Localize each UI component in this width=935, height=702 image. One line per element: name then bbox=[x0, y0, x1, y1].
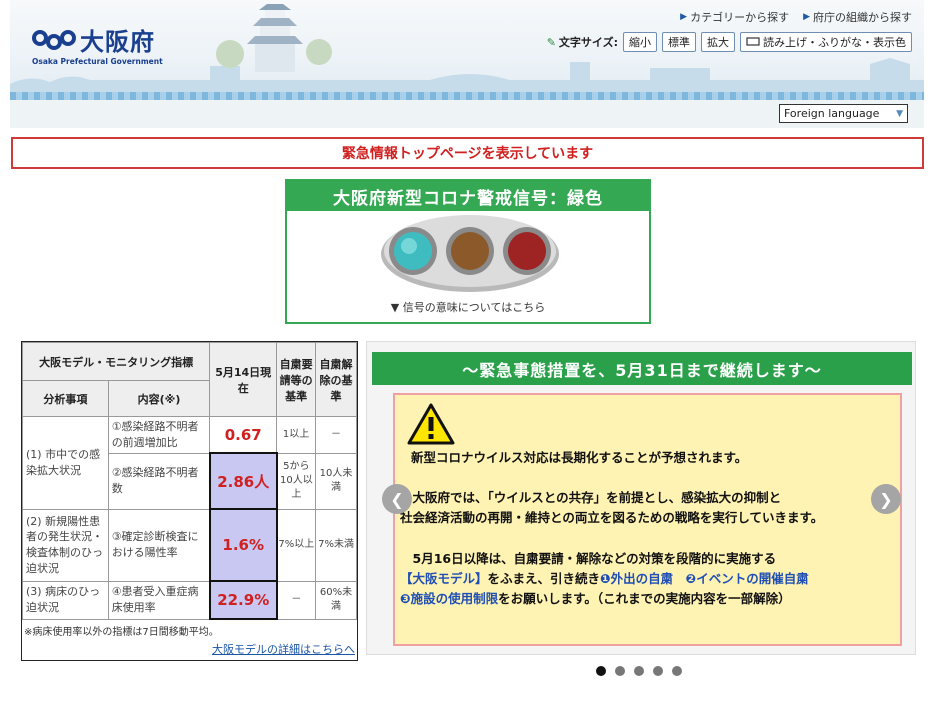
slide-text-3b: 【大阪モデル】をふまえ、引き続き❶外出の自粛 ❷イベントの開催自粛 bbox=[400, 569, 809, 589]
carousel-slide-title: ～緊急事態措置を、5月31日まで継続します～ bbox=[372, 352, 912, 385]
slide-text-3a: 5月16日以降は、自粛要請・解除などの対策を段階的に実施する bbox=[400, 551, 777, 566]
arrow-right-icon: ▶ bbox=[803, 12, 810, 22]
text-size-controls: ✎ 文字サイズ: 縮小 標準 拡大 読み上げ・ふりがな・表示色 bbox=[547, 32, 912, 52]
text-size-label: 文字サイズ: bbox=[558, 36, 618, 49]
table-row: (3) 病床のひっ迫状況 ④患者受入重症病床使用率 22.9% － 60%未満 bbox=[22, 580, 357, 621]
row-release: － bbox=[315, 416, 357, 454]
monitoring-indicators-panel: 大阪モデル・モニタリング指標 5月14日現在 自粛要請等の基準 自粛解除の基準 … bbox=[21, 341, 358, 661]
category-search-label: カテゴリーから探す bbox=[690, 11, 790, 24]
measure-1: ❶外出の自粛 bbox=[600, 571, 674, 586]
header-links: ▶ カテゴリーから探す ▶ 府庁の組織から探す bbox=[680, 9, 912, 25]
row-content: ③確定診断検査における陽性率 bbox=[107, 508, 211, 582]
warning-icon bbox=[407, 403, 455, 445]
slide-text-2: 大阪府では、「ウイルスとの共存」を前提とし、感染拡大の抑制と 社会経済活動の再開… bbox=[400, 488, 823, 528]
organization-search-label: 府庁の組織から探す bbox=[813, 11, 912, 24]
header-release-standard: 自粛解除の基準 bbox=[315, 342, 357, 417]
logo-text-en: Osaka Prefectural Government bbox=[32, 57, 163, 66]
monitoring-table: 大阪モデル・モニタリング指標 5月14日現在 自粛要請等の基準 自粛解除の基準 … bbox=[21, 342, 357, 621]
carousel-dot-4[interactable] bbox=[653, 666, 663, 676]
category-search-link[interactable]: ▶ カテゴリーから探す bbox=[680, 9, 789, 25]
slide-text-3c: ❸施設の使用制限をお願いします。（これまでの実施内容を一部解除） bbox=[400, 589, 809, 609]
carousel-prev-button[interactable]: ❮ bbox=[382, 484, 412, 514]
pencil-icon: ✎ bbox=[546, 35, 556, 49]
text-size-standard-button[interactable]: 標準 bbox=[662, 32, 696, 52]
osaka-model-label: 【大阪モデル】 bbox=[400, 571, 488, 586]
osaka-logo-icon bbox=[32, 30, 76, 50]
row-category: (3) 病床のひっ迫状況 bbox=[22, 580, 109, 620]
slide-text-1: 新型コロナウイルス対応は長期化することが予想されます。 bbox=[411, 450, 748, 465]
measure-3: ❸施設の使用制限 bbox=[400, 591, 499, 606]
row-value: 1.6% bbox=[208, 508, 278, 583]
slide-text-3b-rest: をふまえ、引き続き bbox=[487, 571, 601, 586]
row-value: 0.67 bbox=[209, 416, 278, 454]
dropdown-arrow-icon: ▼ bbox=[896, 108, 903, 119]
news-carousel: ～緊急事態措置を、5月31日まで継続します～ 新型コロナウイルス対応は長期化する… bbox=[366, 341, 916, 655]
row-release: 60%未満 bbox=[315, 580, 357, 620]
carousel-dot-3[interactable] bbox=[634, 666, 644, 676]
row-request: 1以上 bbox=[276, 416, 317, 454]
language-select[interactable]: Foreign language ▼ bbox=[779, 104, 908, 123]
row-request: － bbox=[276, 580, 317, 620]
slide-text-3: 5月16日以降は、自粛要請・解除などの対策を段階的に実施する 【大阪モデル】をふ… bbox=[400, 549, 809, 609]
row-category: (2) 新規陽性患者の発生状況・検査体制のひっ迫状況 bbox=[22, 508, 109, 582]
logo-text-jp: 大阪府 bbox=[80, 28, 155, 56]
language-select-value: Foreign language bbox=[784, 107, 880, 120]
site-logo[interactable]: 大阪府 Osaka Prefectural Government bbox=[32, 22, 172, 72]
text-size-large-button[interactable]: 拡大 bbox=[701, 32, 735, 52]
alert-signal-box: 大阪府新型コロナ警戒信号：緑色 ▼ 信号の意味についてはこちら bbox=[285, 179, 651, 324]
alert-signal-title: 大阪府新型コロナ警戒信号：緑色 bbox=[287, 181, 649, 211]
slide-text-3c-rest: をお願いします。（これまでの実施内容を一部解除） bbox=[498, 591, 791, 606]
arrow-right-icon: ▶ bbox=[680, 12, 688, 22]
header-date: 5月14日現在 bbox=[209, 342, 278, 417]
row-value: 22.9% bbox=[208, 580, 278, 621]
read-aloud-label: 読み上げ・ふりがな・表示色 bbox=[763, 36, 906, 49]
row-content: ②感染経路不明者数 bbox=[107, 452, 211, 510]
row-release: 10人未満 bbox=[315, 452, 357, 510]
carousel-dot-1[interactable] bbox=[596, 666, 606, 676]
text-size-small-button[interactable]: 縮小 bbox=[623, 32, 657, 52]
slide-text-2b: 社会経済活動の再開・維持との両立を図るための戦略を実行していきます。 bbox=[400, 510, 824, 525]
read-aloud-button[interactable]: 読み上げ・ふりがな・表示色 bbox=[740, 32, 912, 52]
row-request: 7%以上 bbox=[276, 508, 317, 582]
header-analysis-item: 分析事項 bbox=[22, 380, 109, 417]
measure-2: ❷イベントの開催自粛 bbox=[685, 571, 809, 586]
traffic-light-icon bbox=[381, 215, 559, 292]
header-request-standard: 自粛要請等の基準 bbox=[276, 342, 317, 417]
carousel-dot-5[interactable] bbox=[672, 666, 682, 676]
carousel-pagination bbox=[596, 666, 682, 676]
table-row: (2) 新規陽性患者の発生状況・検査体制のひっ迫状況 ③確定診断検査における陽性… bbox=[22, 508, 357, 583]
header-content: 内容(※) bbox=[107, 380, 211, 417]
row-release: 7%未満 bbox=[315, 508, 357, 582]
header-model-title: 大阪モデル・モニタリング指標 bbox=[21, 342, 211, 381]
organization-search-link[interactable]: ▶ 府庁の組織から探す bbox=[803, 9, 912, 25]
monitor-icon bbox=[746, 37, 760, 46]
table-footnote: ※病床使用率以外の指標は7日間移動平均。 bbox=[24, 627, 219, 638]
carousel-dot-2[interactable] bbox=[615, 666, 625, 676]
emergency-banner[interactable]: 緊急情報トップページを表示しています bbox=[11, 137, 924, 169]
signal-meaning-link[interactable]: ▼ 信号の意味についてはこちら bbox=[287, 299, 649, 315]
row-value: 2.86人 bbox=[208, 452, 278, 511]
carousel-slide-panel[interactable]: 新型コロナウイルス対応は長期化することが予想されます。 大阪府では、「ウイルスと… bbox=[393, 393, 902, 646]
site-header: 大阪府 Osaka Prefectural Government ▶ カテゴリー… bbox=[10, 0, 924, 128]
osaka-castle-illustration bbox=[216, 4, 332, 72]
row-category: (1) 市中での感染拡大状況 bbox=[22, 416, 109, 510]
row-content: ④患者受入重症病床使用率 bbox=[107, 580, 211, 620]
table-row: (1) 市中での感染拡大状況 ①感染経路不明者の前週増加比 0.67 1以上 － bbox=[22, 416, 357, 510]
model-detail-link[interactable]: 大阪モデルの詳細はこちらへ bbox=[212, 641, 355, 657]
carousel-next-button[interactable]: ❯ bbox=[871, 484, 901, 514]
row-content: ①感染経路不明者の前週増加比 bbox=[107, 416, 211, 454]
text-size-label-wrap: ✎ 文字サイズ: bbox=[547, 34, 618, 50]
slide-text-2a: 大阪府では、「ウイルスとの共存」を前提とし、感染拡大の抑制と bbox=[400, 490, 782, 505]
row-request: 5から10人以上 bbox=[276, 452, 317, 510]
